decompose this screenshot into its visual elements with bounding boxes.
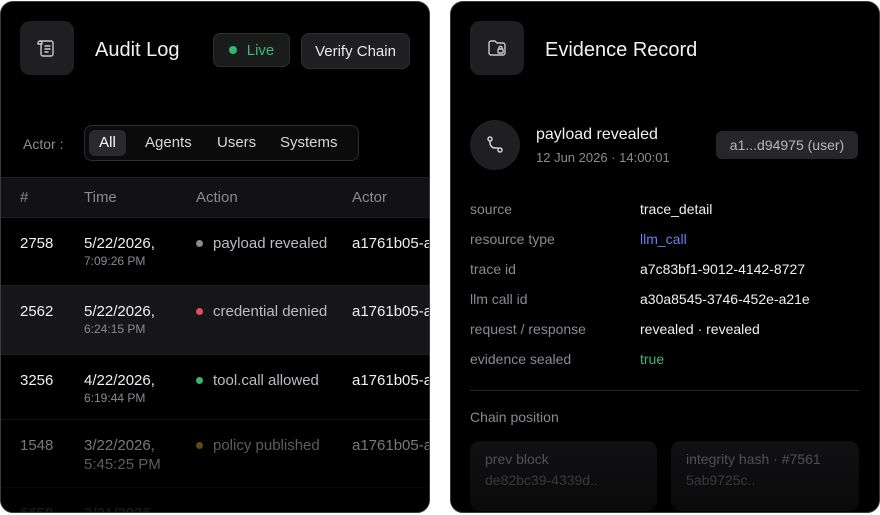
field-key-request-response: request / response (470, 321, 586, 337)
status-dot-icon (196, 240, 203, 247)
status-dot-icon (196, 442, 203, 449)
row-number: 3256 (20, 372, 54, 389)
table-header: # Time Action Actor (1, 177, 429, 218)
column-actor[interactable]: Actor (352, 189, 387, 206)
field-value-llm-call-id: a30a8545-3746-452e-a21e (640, 291, 810, 307)
row-action-label: credential denied (213, 303, 328, 320)
prev-block-value: de82bc39-4339d.. (485, 472, 598, 488)
field-value-evidence-sealed: true (640, 351, 665, 367)
table-row[interactable]: 3256 4/22/2026, 6:19:44 PM tool.call all… (1, 355, 430, 420)
field-key-source: source (470, 201, 513, 217)
row-actor: a1761b05-a (352, 303, 430, 320)
actor-chip[interactable]: a1...d94975 (user) (716, 131, 858, 159)
row-actor: a1761b05-a (352, 437, 430, 454)
prev-block-card[interactable]: prev block de82bc39-4339d.. (470, 441, 657, 511)
row-actor: a1761b05-a (352, 235, 430, 252)
divider (470, 390, 859, 391)
table-row-selected[interactable]: 2562 5/22/2026, 6:24:15 PM credential de… (1, 286, 430, 355)
row-action-label: tool.call allowed (213, 372, 319, 389)
integrity-hash-value: 5ab9725c.. (686, 472, 756, 488)
filter-users[interactable]: Users (217, 126, 256, 160)
column-time[interactable]: Time (84, 189, 117, 206)
field-value-source: trace_detail (640, 201, 713, 217)
row-actor: a1761b05-a (352, 372, 430, 389)
row-action-label: payload revealed (213, 235, 328, 252)
row-date: 3/21/2026, (84, 505, 155, 512)
folder-lock-icon (470, 21, 524, 75)
audit-log-panel: Audit Log Live Verify Chain Actor : All … (0, 1, 430, 513)
row-date: 4/22/2026, (84, 372, 155, 389)
row-number: 2758 (20, 235, 54, 252)
status-dot-icon (196, 377, 203, 384)
row-number: 1548 (20, 437, 54, 454)
row-time: 7:09:26 PM (84, 254, 146, 268)
row-action: tool.call allowed (196, 372, 319, 389)
row-date: 5/22/2026, (84, 235, 155, 252)
integrity-hash-card[interactable]: integrity hash · #7561 5ab9725c.. (671, 441, 859, 511)
column-action[interactable]: Action (196, 189, 238, 206)
table-row[interactable]: 1548 3/22/2026, 5:45:25 PM policy publis… (1, 420, 430, 488)
row-action: policy published (196, 437, 320, 454)
event-title: payload revealed (536, 126, 658, 143)
row-action-label: policy published (213, 437, 320, 454)
live-dot-icon (228, 46, 237, 54)
table-row[interactable]: 2758 5/22/2026, 7:09:26 PM payload revea… (1, 218, 430, 286)
evidence-title: Evidence Record (545, 39, 698, 61)
field-key-trace-id: trace id (470, 261, 516, 277)
filter-systems[interactable]: Systems (280, 126, 338, 160)
integrity-hash-label: integrity hash · #7561 (686, 451, 821, 467)
field-key-llm-call-id: llm call id (470, 291, 528, 307)
evidence-record-panel: Evidence Record payload revealed 12 Jun … (450, 1, 880, 513)
field-key-evidence-sealed: evidence sealed (470, 351, 572, 367)
row-time: 6:19:44 PM (84, 391, 146, 405)
field-value-trace-id: a7c83bf1-9012-4142-8727 (640, 261, 806, 277)
scroll-icon (20, 21, 74, 75)
column-number[interactable]: # (20, 189, 28, 206)
live-label: Live (246, 41, 275, 59)
chain-position-label: Chain position (470, 409, 559, 425)
branch-icon (470, 120, 520, 170)
field-value-request-response: revealed · revealed (640, 321, 760, 337)
actor-filter: All Agents Users Systems (84, 125, 359, 161)
row-date: 3/22/2026, (84, 437, 155, 454)
row-number: 2562 (20, 303, 54, 320)
event-timestamp: 12 Jun 2026 · 14:00:01 (536, 150, 670, 165)
row-action: payload revealed (196, 235, 327, 252)
filter-agents[interactable]: Agents (145, 126, 192, 160)
row-time: 5:45:25 PM (84, 456, 161, 473)
actor-filter-label: Actor : (23, 136, 64, 152)
status-dot-icon (196, 308, 203, 315)
filter-all[interactable]: All (89, 130, 126, 156)
live-indicator[interactable]: Live (213, 33, 290, 67)
table-row[interactable]: 6658 3/21/2026, (1, 488, 429, 512)
verify-chain-button[interactable]: Verify Chain (301, 33, 410, 69)
row-date: 5/22/2026, (84, 303, 155, 320)
page-title: Audit Log (95, 39, 180, 61)
field-key-resource-type: resource type (470, 231, 555, 247)
row-action: credential denied (196, 303, 327, 320)
prev-block-label: prev block (485, 451, 549, 467)
row-time: 6:24:15 PM (84, 322, 146, 336)
field-value-resource-type[interactable]: llm_call (640, 231, 687, 247)
row-number: 6658 (20, 505, 53, 512)
